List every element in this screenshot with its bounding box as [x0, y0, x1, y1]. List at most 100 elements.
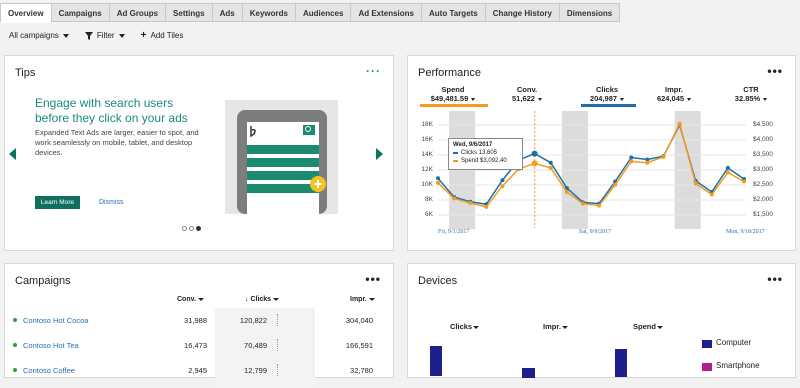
tab-auto-targets[interactable]: Auto Targets: [422, 3, 486, 22]
column-header-conv[interactable]: Conv.: [177, 296, 204, 303]
tab-settings[interactable]: Settings: [166, 3, 213, 22]
tab-ad-extensions[interactable]: Ad Extensions: [351, 3, 423, 22]
filter-icon: [84, 31, 93, 40]
data-point-clicks: [531, 150, 538, 157]
table-row: Contoso Hot Tea 16,473 70,489 166,591: [5, 333, 381, 358]
tablet-illustration: [225, 100, 338, 214]
next-tip-arrow-icon[interactable]: [376, 148, 383, 160]
dismiss-link[interactable]: Dismiss: [99, 196, 124, 209]
campaign-scope-dropdown[interactable]: All campaigns: [9, 30, 69, 41]
data-point-spend: [597, 203, 602, 208]
chevron-down-icon: [62, 33, 69, 38]
cell-conv: 2,945: [188, 366, 207, 375]
data-point-spend: [629, 159, 634, 164]
cell-conv: 31,988: [184, 316, 207, 325]
device-metric-spend[interactable]: Spend: [633, 322, 663, 331]
campaign-link[interactable]: Contoso Hot Cocoa: [23, 316, 88, 325]
table-row: Contoso Hot Cocoa 31,988 120,822 304,040: [5, 308, 381, 333]
tip-headline: Engage with search users before they cli…: [35, 96, 188, 125]
tooltip-date: Wed, 9/6/2017: [453, 142, 493, 148]
cell-impr: 166,591: [345, 341, 373, 350]
tab-ad-groups[interactable]: Ad Groups: [109, 3, 167, 22]
chevron-down-icon: [561, 326, 568, 329]
more-options-button[interactable]: ···: [366, 64, 381, 78]
tab-keywords[interactable]: Keywords: [242, 3, 296, 22]
data-point-spend: [468, 201, 473, 205]
column-header-impr[interactable]: Impr.: [350, 296, 375, 303]
data-point-spend: [531, 160, 538, 167]
legend-swatch: [453, 152, 458, 154]
previous-tip-arrow-icon[interactable]: [9, 148, 16, 160]
campaigns-panel: Campaigns ••• Conv. ↓ Clicks Impr. Conto…: [4, 263, 394, 388]
tooltip-clicks-row: Clicks 13,605: [453, 149, 518, 157]
cell-clicks: 120,822: [239, 316, 267, 325]
toolbar: All campaigns Filter + Add Tiles: [9, 30, 183, 41]
tooltip-clicks: Clicks 13,605: [461, 150, 498, 156]
device-metric-label: Clicks: [450, 322, 473, 331]
legend-label-smartphone: Smartphone: [716, 361, 760, 370]
data-point-spend: [725, 170, 730, 175]
chevron-down-icon: [473, 326, 480, 329]
filter-label: Filter: [96, 31, 115, 40]
sort-caret-icon: [273, 298, 280, 301]
clicks-computer-bar: [430, 346, 442, 376]
tab-audiences[interactable]: Audiences: [295, 3, 352, 22]
learn-more-button[interactable]: Learn More: [35, 196, 80, 209]
cell-divider: [277, 364, 278, 376]
cell-clicks: 70,489: [244, 341, 267, 350]
data-point-spend: [500, 184, 505, 189]
panel-title: Campaigns: [15, 275, 71, 287]
legend-swatch-smartphone: [702, 363, 712, 371]
tablet-image: [237, 110, 327, 214]
x-tick-label: Sat, 9/9/2017: [579, 229, 612, 235]
campaign-link[interactable]: Contoso Coffee: [23, 366, 75, 375]
carousel-dot-active[interactable]: [196, 226, 201, 231]
tab-campaigns[interactable]: Campaigns: [51, 3, 110, 22]
more-options-button[interactable]: •••: [365, 272, 381, 286]
tooltip-spend: Spend $3,092.40: [461, 158, 507, 164]
filter-button[interactable]: Filter: [84, 30, 125, 41]
data-point-spend: [645, 160, 650, 165]
carousel-dot[interactable]: [189, 226, 194, 231]
tab-ads[interactable]: Ads: [212, 3, 243, 22]
legend-swatch-computer: [702, 340, 712, 348]
data-point-clicks: [725, 165, 730, 170]
tab-dimensions[interactable]: Dimensions: [559, 3, 621, 22]
data-point-spend: [580, 201, 585, 206]
data-point-spend: [742, 179, 746, 184]
data-point-clicks: [500, 178, 505, 183]
x-tick-label: Mon, 9/18/2017: [726, 229, 765, 235]
panel-title: Devices: [418, 275, 458, 287]
cell-impr: 304,040: [345, 316, 373, 325]
device-metric-label: Impr.: [543, 322, 561, 331]
carousel-dot[interactable]: [182, 226, 187, 231]
data-point-spend: [564, 189, 569, 194]
data-point-spend: [677, 121, 682, 126]
devices-panel: Devices ••• Clicks Impr. Spend Computer …: [407, 263, 796, 378]
tab-bar: Overview Campaigns Ad Groups Settings Ads Key…: [0, 3, 621, 23]
column-header-clicks[interactable]: ↓ Clicks: [245, 296, 280, 303]
cell-divider: [277, 314, 278, 326]
x-tick-label: Fri, 9/1/2017: [438, 229, 470, 235]
tooltip-spend-row: Spend $3,092.40: [453, 157, 518, 165]
chevron-down-icon: [118, 33, 125, 38]
data-point-spend: [613, 182, 618, 187]
impr-computer-bar: [522, 368, 535, 378]
campaign-link[interactable]: Contoso Hot Tea: [23, 341, 79, 350]
chevron-down-icon: [656, 326, 663, 329]
tips-panel: Tips ··· Engage with search users before…: [4, 55, 394, 251]
data-point-spend: [661, 154, 666, 159]
device-metric-clicks[interactable]: Clicks: [450, 322, 480, 331]
status-dot-icon: [13, 343, 17, 347]
cell-clicks: 12,799: [244, 366, 267, 375]
more-options-button[interactable]: •••: [767, 272, 783, 286]
tab-change-history[interactable]: Change History: [485, 3, 560, 22]
data-point-spend: [484, 204, 489, 209]
column-header-label: Conv.: [177, 296, 196, 303]
data-point-spend: [452, 196, 457, 201]
add-tiles-button[interactable]: + Add Tiles: [141, 30, 184, 41]
sort-caret-icon: [368, 298, 375, 301]
table-row: Contoso Coffee 2,945 12,799 32,780: [5, 358, 381, 383]
device-metric-impr[interactable]: Impr.: [543, 322, 568, 331]
tab-overview[interactable]: Overview: [0, 3, 52, 23]
